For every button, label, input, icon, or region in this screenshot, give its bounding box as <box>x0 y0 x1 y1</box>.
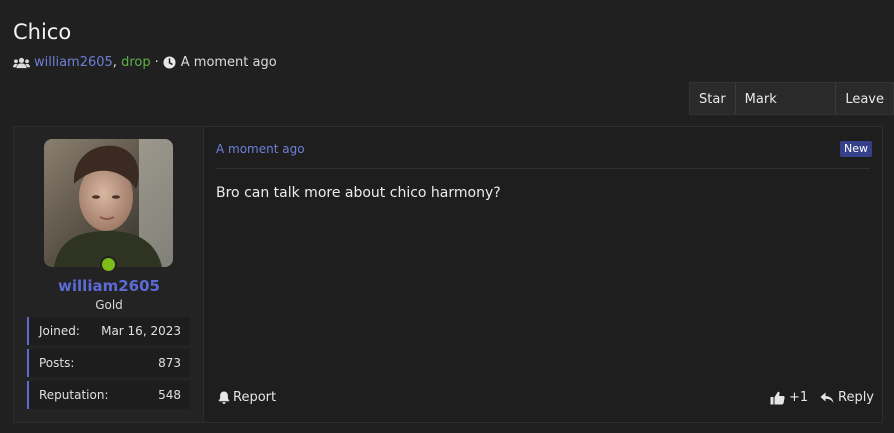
like-count: +1 <box>789 390 809 405</box>
reply-icon <box>820 392 834 403</box>
stat-joined: Joined: Mar 16, 2023 <box>27 317 190 345</box>
thread-time: A moment ago <box>180 55 277 70</box>
mark-unread-button[interactable]: Mark unread <box>736 83 837 140</box>
post-body: Bro can talk more about chico harmony? <box>216 185 501 201</box>
bell-icon <box>218 391 230 404</box>
user-rank: Gold <box>95 298 123 312</box>
participant-link-2[interactable]: drop <box>121 55 151 70</box>
stat-value: 873 <box>158 356 181 370</box>
thumbs-up-icon <box>770 391 785 404</box>
online-status-indicator <box>100 256 117 273</box>
stat-label: Posts: <box>39 356 75 370</box>
stat-label: Reputation: <box>39 388 109 402</box>
avatar-image <box>44 139 173 267</box>
user-panel: william2605 Gold Joined: Mar 16, 2023 Po… <box>14 127 204 422</box>
thread-meta: william2605, drop · A moment ago <box>13 55 277 70</box>
post-username[interactable]: william2605 <box>14 277 204 295</box>
post-date-link[interactable]: A moment ago <box>216 142 305 156</box>
thread-actions: Star Mark unread Leave <box>689 82 894 140</box>
reply-button[interactable]: Reply <box>820 390 874 405</box>
thread-title: Chico <box>13 20 72 44</box>
star-button[interactable]: Star <box>690 83 736 114</box>
stat-value: Mar 16, 2023 <box>101 324 181 338</box>
avatar[interactable] <box>44 139 173 267</box>
participant-separator: , <box>112 55 117 70</box>
post-divider <box>216 168 870 169</box>
new-badge: New <box>840 141 872 157</box>
stat-label: Joined: <box>39 324 80 338</box>
stat-value: 548 <box>158 388 181 402</box>
meta-dot: · <box>154 55 159 70</box>
report-label: Report <box>233 390 277 405</box>
reply-label: Reply <box>838 390 875 405</box>
like-button[interactable]: +1 <box>770 390 808 405</box>
clock-icon <box>163 56 176 69</box>
report-button[interactable]: Report <box>218 390 276 405</box>
leave-button[interactable]: Leave <box>836 83 893 114</box>
stat-reputation: Reputation: 548 <box>27 381 190 409</box>
stat-posts: Posts: 873 <box>27 349 190 377</box>
post: william2605 Gold Joined: Mar 16, 2023 Po… <box>13 126 883 423</box>
participant-link-1[interactable]: william2605 <box>34 55 113 70</box>
users-icon <box>13 57 30 68</box>
